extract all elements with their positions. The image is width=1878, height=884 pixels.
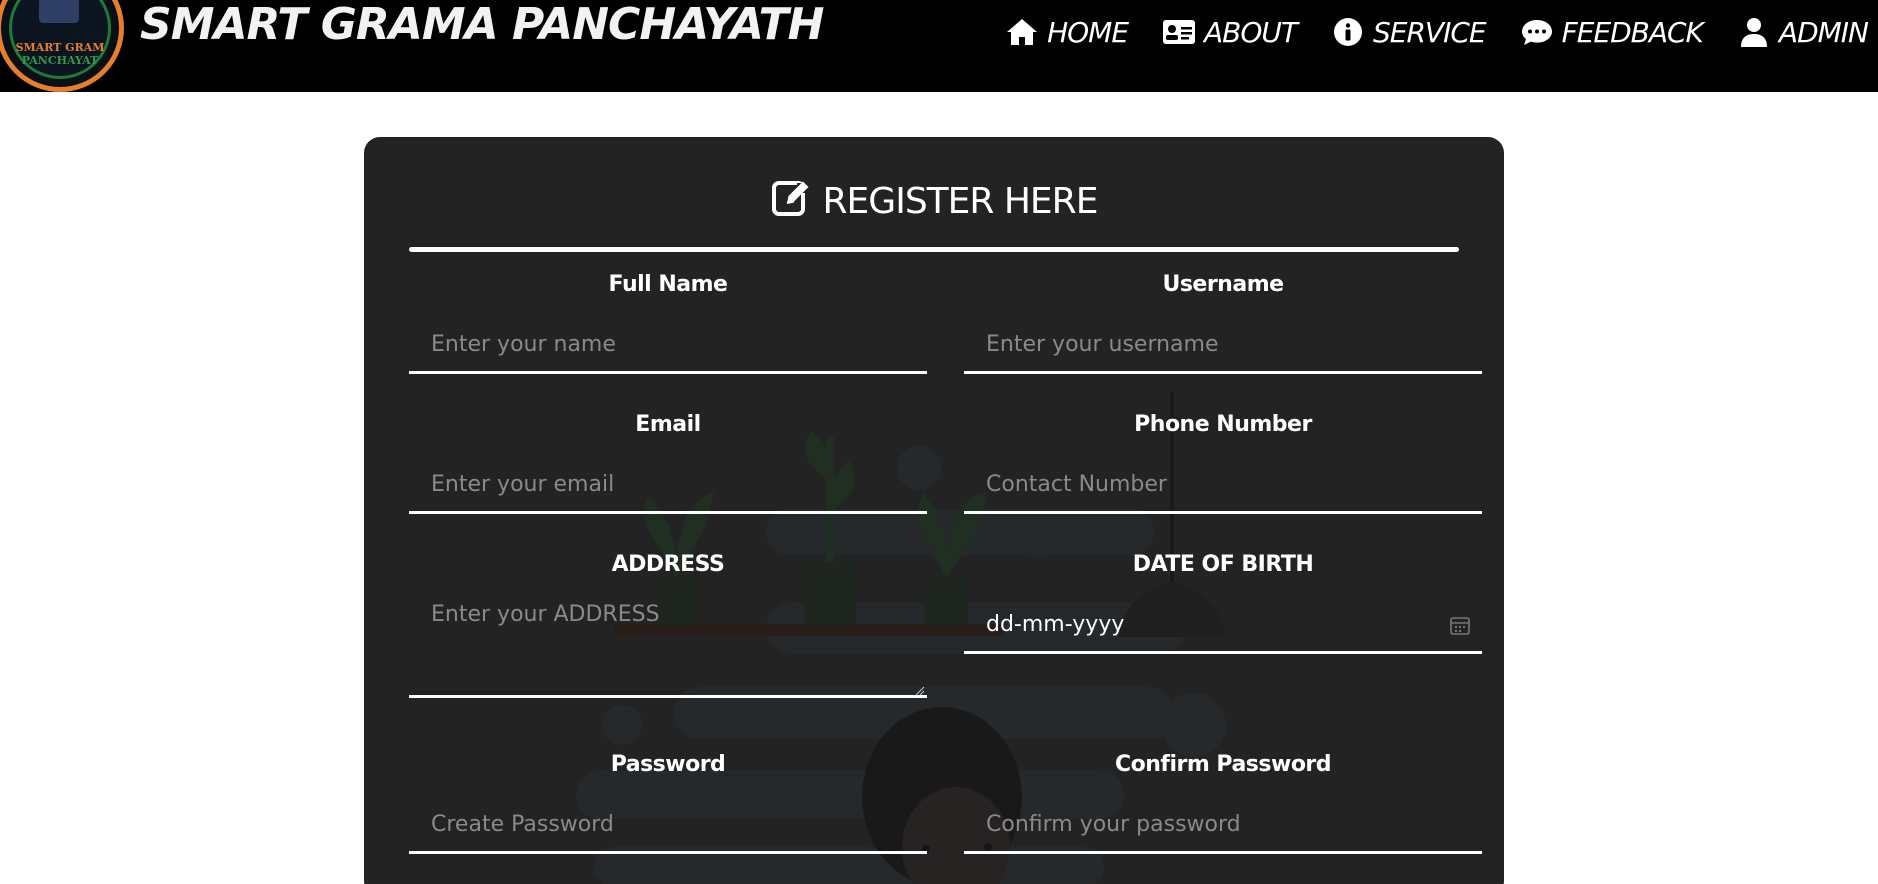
phone-label: Phone Number (1134, 412, 1312, 437)
info-icon (1331, 17, 1365, 47)
nav-home[interactable]: HOME (1005, 15, 1129, 49)
id-card-icon (1162, 17, 1196, 47)
email-field: Email (409, 412, 927, 517)
register-title-text: REGISTER HERE (822, 180, 1099, 222)
nav-feedback-label: FEEDBACK (1561, 15, 1704, 49)
title-divider (409, 247, 1459, 252)
dob-field: DATE OF BIRTH dd-mm-yyyy (964, 552, 1482, 657)
logo-text-line1: SMART GRAM (15, 41, 105, 54)
address-field: ADDRESS (409, 552, 927, 702)
email-label: Email (635, 412, 701, 437)
navbar: SMART GRAM PANCHAYAT SMART GRAMA PANCHAY… (0, 0, 1878, 92)
username-field: Username (964, 272, 1482, 377)
nav-menu: HOME ABOUT SERVICE FEEDBACK ADMIN (1005, 10, 1869, 54)
logo-figure-icon (39, 0, 79, 23)
resize-handle-icon[interactable] (915, 686, 925, 696)
confirm-password-input[interactable] (964, 798, 1482, 854)
nav-about-label: ABOUT (1204, 15, 1298, 49)
home-icon (1005, 17, 1039, 47)
username-input[interactable] (964, 318, 1482, 374)
full-name-input[interactable] (409, 318, 927, 374)
address-textarea[interactable] (409, 592, 927, 698)
nav-admin-label: ADMIN (1778, 15, 1869, 49)
nav-service[interactable]: SERVICE (1331, 15, 1487, 49)
password-field: Password (409, 752, 927, 857)
nav-service-label: SERVICE (1373, 15, 1487, 49)
confirm-password-field: Confirm Password (964, 752, 1482, 857)
register-title: REGISTER HERE (364, 177, 1504, 225)
full-name-field: Full Name (409, 272, 927, 377)
nav-home-label: HOME (1047, 15, 1129, 49)
email-input[interactable] (409, 458, 927, 514)
dob-label: DATE OF BIRTH (1132, 552, 1314, 577)
dob-input[interactable]: dd-mm-yyyy (964, 598, 1482, 654)
password-input[interactable] (409, 798, 927, 854)
calendar-icon[interactable] (1448, 613, 1472, 637)
comment-icon (1520, 17, 1554, 47)
phone-field: Phone Number (964, 412, 1482, 517)
nav-about[interactable]: ABOUT (1162, 15, 1298, 49)
brand-title: SMART GRAMA PANCHAYATH (140, 0, 825, 50)
register-card: REGISTER HERE Full Name Username Email P… (364, 137, 1504, 884)
phone-input[interactable] (964, 458, 1482, 514)
password-label: Password (610, 752, 726, 777)
edit-icon (771, 177, 811, 226)
address-label: ADDRESS (611, 552, 725, 577)
user-icon (1737, 17, 1771, 47)
confirm-password-label: Confirm Password (1114, 752, 1332, 777)
logo-text-line2: PANCHAYAT (21, 54, 99, 67)
nav-admin[interactable]: ADMIN (1737, 15, 1869, 49)
username-label: Username (1162, 272, 1284, 297)
full-name-label: Full Name (608, 272, 728, 297)
dob-value: dd-mm-yyyy (986, 612, 1125, 637)
nav-feedback[interactable]: FEEDBACK (1520, 15, 1704, 49)
panchayat-logo[interactable]: SMART GRAM PANCHAYAT (0, 0, 124, 92)
